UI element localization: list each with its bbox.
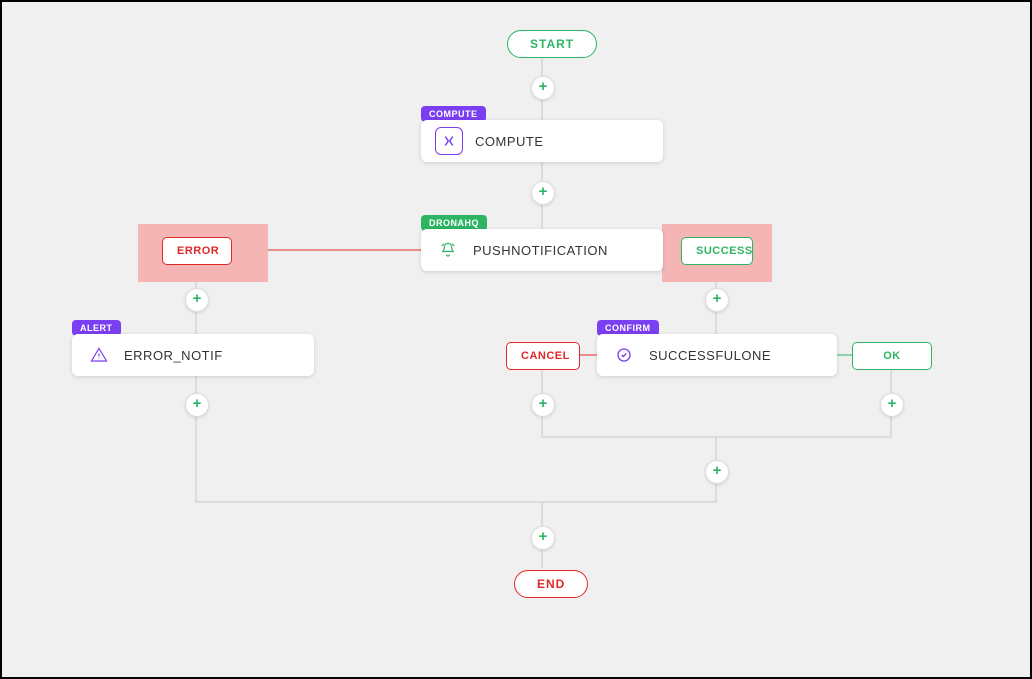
bell-icon [435, 237, 461, 263]
alert-icon [86, 342, 112, 368]
push-label: PUSHNOTIFICATION [473, 243, 608, 258]
add-node-button[interactable]: + [531, 181, 555, 205]
compute-label: COMPUTE [475, 134, 544, 149]
end-node[interactable]: END [514, 570, 588, 598]
push-node[interactable]: PUSHNOTIFICATION [421, 229, 663, 271]
add-node-button[interactable]: + [531, 76, 555, 100]
ok-branch[interactable]: OK [852, 342, 932, 370]
errnot-node[interactable]: ERROR_NOTIF [72, 334, 314, 376]
error-branch[interactable]: ERROR [162, 237, 232, 265]
add-node-button[interactable]: + [531, 393, 555, 417]
add-node-button[interactable]: + [531, 526, 555, 550]
flow-canvas[interactable]: START + + + + + + + + + COMPUTE COMPUTE … [0, 0, 1032, 679]
add-node-button[interactable]: + [705, 460, 729, 484]
variable-icon [435, 127, 463, 155]
compute-node[interactable]: COMPUTE [421, 120, 663, 162]
add-node-button[interactable]: + [880, 393, 904, 417]
start-node[interactable]: START [507, 30, 597, 58]
add-node-button[interactable]: + [185, 393, 209, 417]
errnot-label: ERROR_NOTIF [124, 348, 223, 363]
add-node-button[interactable]: + [185, 288, 209, 312]
confirm-icon [611, 342, 637, 368]
success-branch[interactable]: SUCCESS [681, 237, 753, 265]
success-node[interactable]: SUCCESSFULONE [597, 334, 837, 376]
add-node-button[interactable]: + [705, 288, 729, 312]
cancel-branch[interactable]: CANCEL [506, 342, 580, 370]
success-label: SUCCESSFULONE [649, 348, 771, 363]
